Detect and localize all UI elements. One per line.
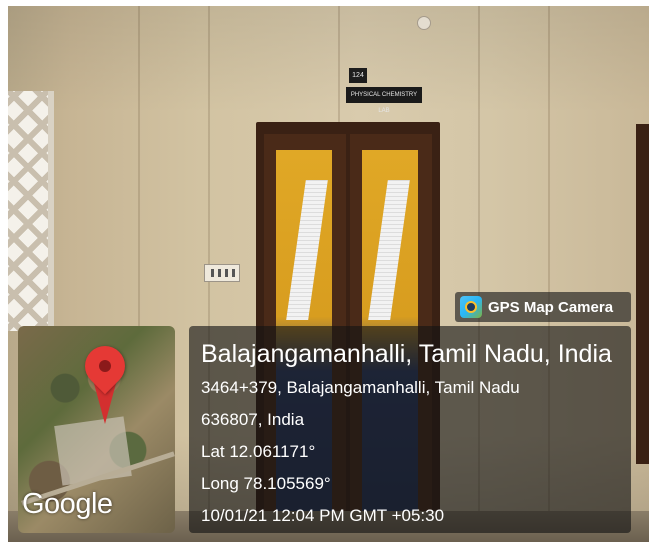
switch-board [204, 264, 240, 282]
gps-map-camera-badge: GPS Map Camera [455, 292, 631, 322]
google-logo: Google [22, 488, 113, 520]
map-thumbnail: Google [18, 326, 175, 533]
location-info-panel: Balajangamanhalli, Tamil Nadu, India 346… [189, 326, 631, 533]
timestamp: 10/01/21 12:04 PM GMT +05:30 [201, 506, 445, 525]
room-name-sign: PHYSICAL CHEMISTRY LAB [346, 87, 422, 114]
gps-map-camera-icon [460, 296, 482, 318]
ceiling-fixture [417, 16, 431, 30]
longitude: Long 78.105569° [201, 474, 331, 493]
address-line-2: 636807, India [201, 410, 305, 429]
room-number-sign: 124 [349, 68, 367, 83]
address-line-1: 3464+379, Balajangamanhalli, Tamil Nadu [201, 378, 520, 397]
adjacent-door [636, 124, 649, 464]
window [8, 91, 54, 331]
place-name: Balajangamanhalli, Tamil Nadu, India [201, 340, 612, 368]
latitude: Lat 12.061171° [201, 442, 316, 461]
gps-map-camera-label: GPS Map Camera [488, 298, 614, 316]
